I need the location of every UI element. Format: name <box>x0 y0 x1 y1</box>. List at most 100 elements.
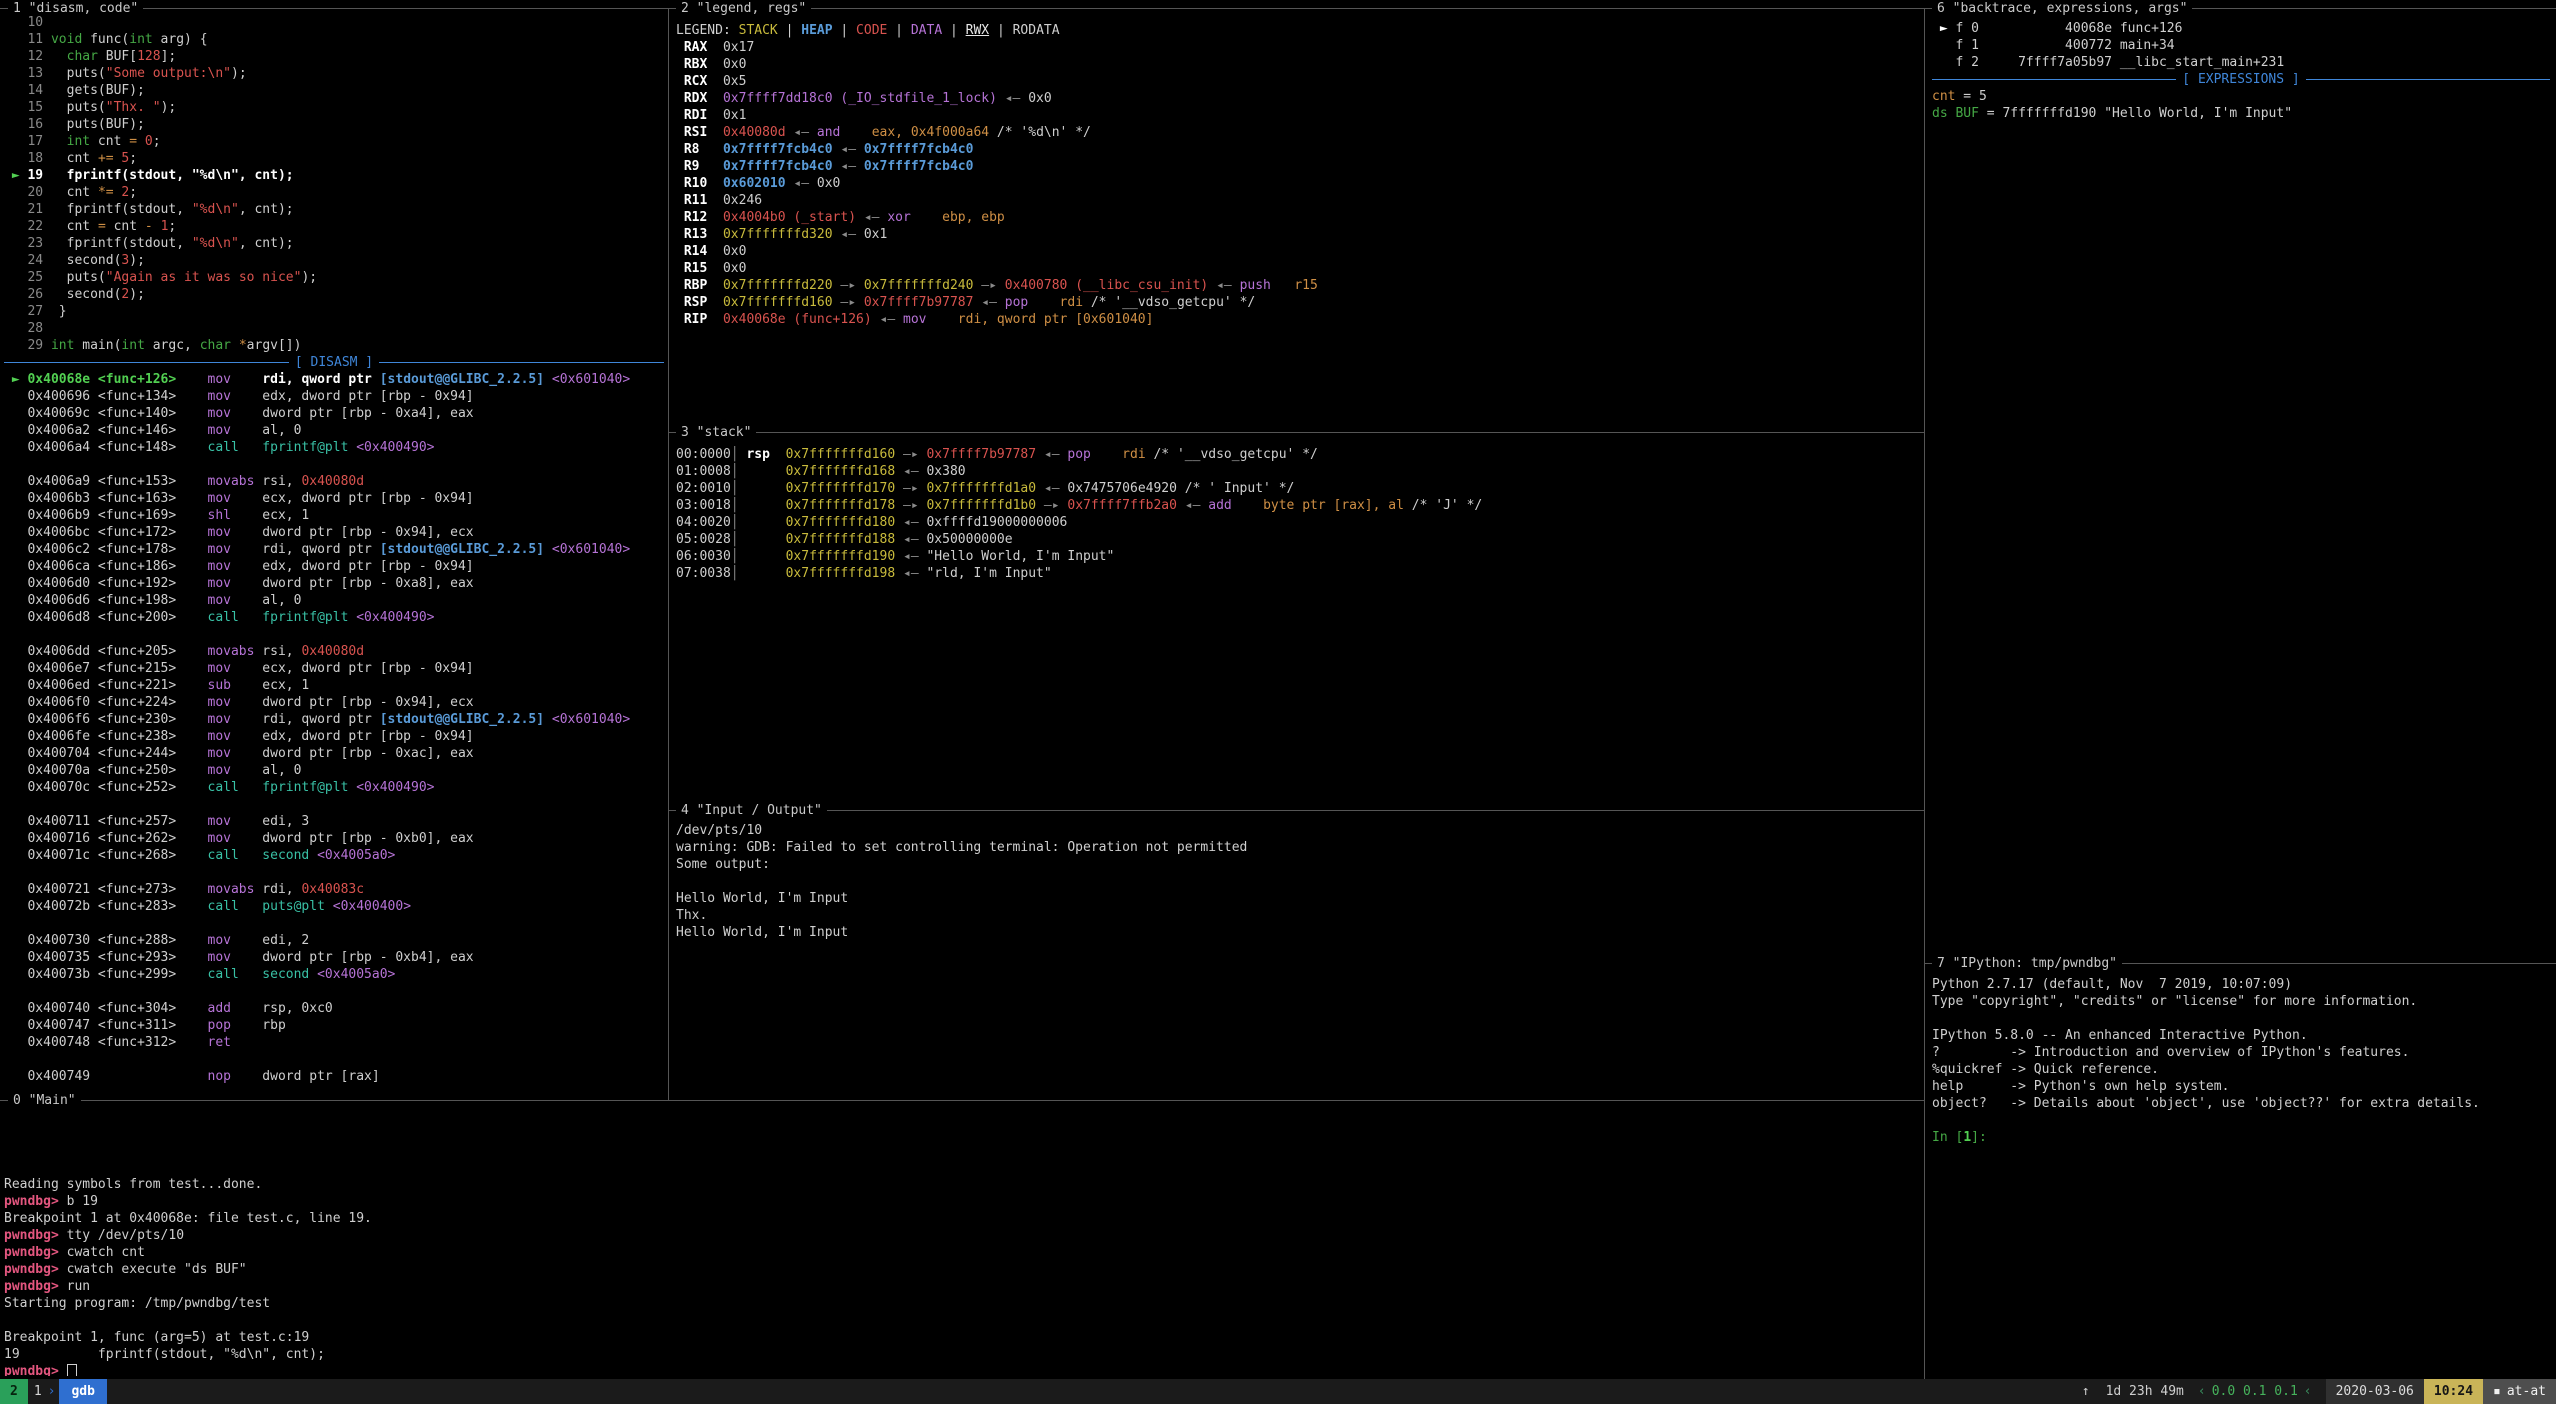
terminal-line: 28 <box>4 320 664 337</box>
window-index[interactable]: 1 <box>28 1384 48 1399</box>
terminal-line <box>4 1125 1920 1142</box>
terminal-line: 0x400749 nop dword ptr [rax] <box>4 1068 664 1085</box>
window-separator-icon: › <box>48 1384 60 1399</box>
terminal-line: LEGEND: STACK | HEAP | CODE | DATA | RWX… <box>676 22 1920 39</box>
pane-divider-io[interactable] <box>668 810 1924 811</box>
terminal-line <box>4 864 664 881</box>
terminal-line: RSP 0x7fffffffd160 —▸ 0x7ffff7b97787 ◂— … <box>676 294 1920 311</box>
terminal-line: 0x40072b <func+283> call puts@plt <0x400… <box>4 898 664 915</box>
expressions-listing: cnt = 5ds BUF = 7fffffffd190 "Hello Worl… <box>1932 88 2550 122</box>
terminal-line: 10 <box>4 14 664 31</box>
pane-legend-regs[interactable]: LEGEND: STACK | HEAP | CODE | DATA | RWX… <box>676 22 1920 428</box>
terminal-line: 0x40070a <func+250> mov al, 0 <box>4 762 664 779</box>
pane-title-disasm-code: 1 "disasm, code" <box>8 1 143 16</box>
tmux-pwndbg-screen: 1 "disasm, code" 2 "legend, regs" 6 "bac… <box>0 0 2556 1404</box>
terminal-line: 0x400740 <func+304> add rsp, 0xc0 <box>4 1000 664 1017</box>
terminal-line: R13 0x7fffffffd320 ◂— 0x1 <box>676 226 1920 243</box>
terminal-line: R12 0x4004b0 (_start) ◂— xor ebp, ebp <box>676 209 1920 226</box>
separator-icon: ‹ <box>2298 1384 2318 1399</box>
terminal-line: 0x4006a4 <func+148> call fprintf@plt <0x… <box>4 439 664 456</box>
pane-divider-stack[interactable] <box>668 432 1924 433</box>
terminal-line <box>4 626 664 643</box>
host-icon: ▪ <box>2493 1384 2501 1399</box>
terminal-line: 12 char BUF[128]; <box>4 48 664 65</box>
terminal-line: 0x400711 <func+257> mov edi, 3 <box>4 813 664 830</box>
terminal-line: In [1]: <box>1932 1129 2550 1146</box>
terminal-line: ds BUF = 7fffffffd190 "Hello World, I'm … <box>1932 105 2550 122</box>
host-name: at-at <box>2507 1384 2546 1399</box>
terminal-line: 02:0010│ 0x7fffffffd170 —▸ 0x7fffffffd1a… <box>676 480 1920 497</box>
terminal-line <box>4 456 664 473</box>
terminal-line: R15 0x0 <box>676 260 1920 277</box>
pane-title-backtrace: 6 "backtrace, expressions, args" <box>1932 1 2192 16</box>
terminal-line: 25 puts("Again as it was so nice"); <box>4 269 664 286</box>
terminal-line: 0x400730 <func+288> mov edi, 2 <box>4 932 664 949</box>
hostname-display: ▪ at-at <box>2483 1379 2556 1404</box>
pane-title-ipython: 7 "IPython: tmp/pwndbg" <box>1932 956 2122 971</box>
program-io-listing: /dev/pts/10warning: GDB: Failed to set c… <box>676 822 1920 941</box>
terminal-line <box>4 1159 1920 1176</box>
terminal-line: 14 gets(BUF); <box>4 82 664 99</box>
pane-divider-main[interactable] <box>0 1100 1924 1101</box>
terminal-line: R10 0x602010 ◂— 0x0 <box>676 175 1920 192</box>
terminal-line: pwndbg> tty /dev/pts/10 <box>4 1227 1920 1244</box>
terminal-line: RDX 0x7ffff7dd18c0 (_IO_stdfile_1_lock) … <box>676 90 1920 107</box>
pane-divider-vertical-right[interactable] <box>1924 8 1925 1379</box>
terminal-line: 04:0020│ 0x7fffffffd180 ◂— 0xffffd190000… <box>676 514 1920 531</box>
session-badge[interactable]: 2 <box>0 1379 28 1404</box>
expressions-section-label: [ EXPRESSIONS ] <box>2176 72 2305 87</box>
terminal-line: object? -> Details about 'object', use '… <box>1932 1095 2550 1112</box>
pane-io[interactable]: /dev/pts/10warning: GDB: Failed to set c… <box>676 822 1920 1096</box>
terminal-line: 05:0028│ 0x7fffffffd188 ◂— 0x50000000e <box>676 531 1920 548</box>
pane-divider-vertical-left[interactable] <box>668 8 669 1100</box>
terminal-line: RBX 0x0 <box>676 56 1920 73</box>
terminal-line: Starting program: /tmp/pwndbg/test <box>4 1295 1920 1312</box>
expressions-section-header: [ EXPRESSIONS ] <box>1932 71 2550 88</box>
terminal-line: RDI 0x1 <box>676 107 1920 124</box>
pane-main-gdb[interactable]: Reading symbols from test...done.pwndbg>… <box>4 1108 1920 1376</box>
terminal-line: R11 0x246 <box>676 192 1920 209</box>
terminal-line: 0x4006f0 <func+224> mov dword ptr [rbp -… <box>4 694 664 711</box>
terminal-line: Hello World, I'm Input <box>676 924 1920 941</box>
terminal-line: RBP 0x7fffffffd220 —▸ 0x7fffffffd240 —▸ … <box>676 277 1920 294</box>
terminal-line: R14 0x0 <box>676 243 1920 260</box>
terminal-line: cnt = 5 <box>1932 88 2550 105</box>
terminal-line: 15 puts("Thx. "); <box>4 99 664 116</box>
terminal-line: pwndbg> b 19 <box>4 1193 1920 1210</box>
terminal-line <box>4 1312 1920 1329</box>
terminal-line: 0x400704 <func+244> mov dword ptr [rbp -… <box>4 745 664 762</box>
disasm-section-label: [ DISASM ] <box>289 355 379 370</box>
terminal-line: 0x4006e7 <func+215> mov ecx, dword ptr [… <box>4 660 664 677</box>
terminal-line: 0x4006fe <func+238> mov edx, dword ptr [… <box>4 728 664 745</box>
pane-title-legend-regs: 2 "legend, regs" <box>676 1 811 16</box>
disasm-listing: ► 0x40068e <func+126> mov rdi, qword ptr… <box>4 371 664 1085</box>
pane-disasm-code[interactable]: 10 11 void func(int arg) { 12 char BUF[1… <box>4 14 664 1096</box>
terminal-line <box>4 1051 664 1068</box>
terminal-line: 0x400716 <func+262> mov dword ptr [rbp -… <box>4 830 664 847</box>
terminal-line: 03:0018│ 0x7fffffffd178 —▸ 0x7fffffffd1b… <box>676 497 1920 514</box>
terminal-line: f 1 400772 main+34 <box>1932 37 2550 54</box>
terminal-line: 17 int cnt = 0; <box>4 133 664 150</box>
terminal-line <box>4 915 664 932</box>
pane-stack[interactable]: 00:0000│ rsp 0x7fffffffd160 —▸ 0x7ffff7b… <box>676 446 1920 806</box>
terminal-line <box>1932 1112 2550 1129</box>
terminal-line: f 2 7ffff7a05b97 __libc_start_main+231 <box>1932 54 2550 71</box>
terminal-line: RIP 0x40068e (func+126) ◂— mov rdi, qwor… <box>676 311 1920 328</box>
terminal-line: 21 fprintf(stdout, "%d\n", cnt); <box>4 201 664 218</box>
terminal-line: R8 0x7ffff7fcb4c0 ◂— 0x7ffff7fcb4c0 <box>676 141 1920 158</box>
terminal-line: RCX 0x5 <box>676 73 1920 90</box>
terminal-line: 06:0030│ 0x7fffffffd190 ◂— "Hello World,… <box>676 548 1920 565</box>
terminal-line: 0x4006a2 <func+146> mov al, 0 <box>4 422 664 439</box>
pane-backtrace[interactable]: ► f 0 40068e func+126 f 1 400772 main+34… <box>1932 20 2550 958</box>
terminal-line: 0x4006f6 <func+230> mov rdi, qword ptr [… <box>4 711 664 728</box>
terminal-line: 0x4006d0 <func+192> mov dword ptr [rbp -… <box>4 575 664 592</box>
window-tab-gdb[interactable]: gdb <box>59 1379 106 1404</box>
terminal-line: R9 0x7ffff7fcb4c0 ◂— 0x7ffff7fcb4c0 <box>676 158 1920 175</box>
terminal-line: Breakpoint 1 at 0x40068e: file test.c, l… <box>4 1210 1920 1227</box>
terminal-line: Type "copyright", "credits" or "license"… <box>1932 993 2550 1010</box>
pane-ipython[interactable]: Python 2.7.17 (default, Nov 7 2019, 10:0… <box>1932 976 2550 1374</box>
terminal-line: Thx. <box>676 907 1920 924</box>
terminal-line: 0x4006dd <func+205> movabs rsi, 0x40080d <box>4 643 664 660</box>
backtrace-listing: ► f 0 40068e func+126 f 1 400772 main+34… <box>1932 20 2550 71</box>
terminal-line: 20 cnt *= 2; <box>4 184 664 201</box>
